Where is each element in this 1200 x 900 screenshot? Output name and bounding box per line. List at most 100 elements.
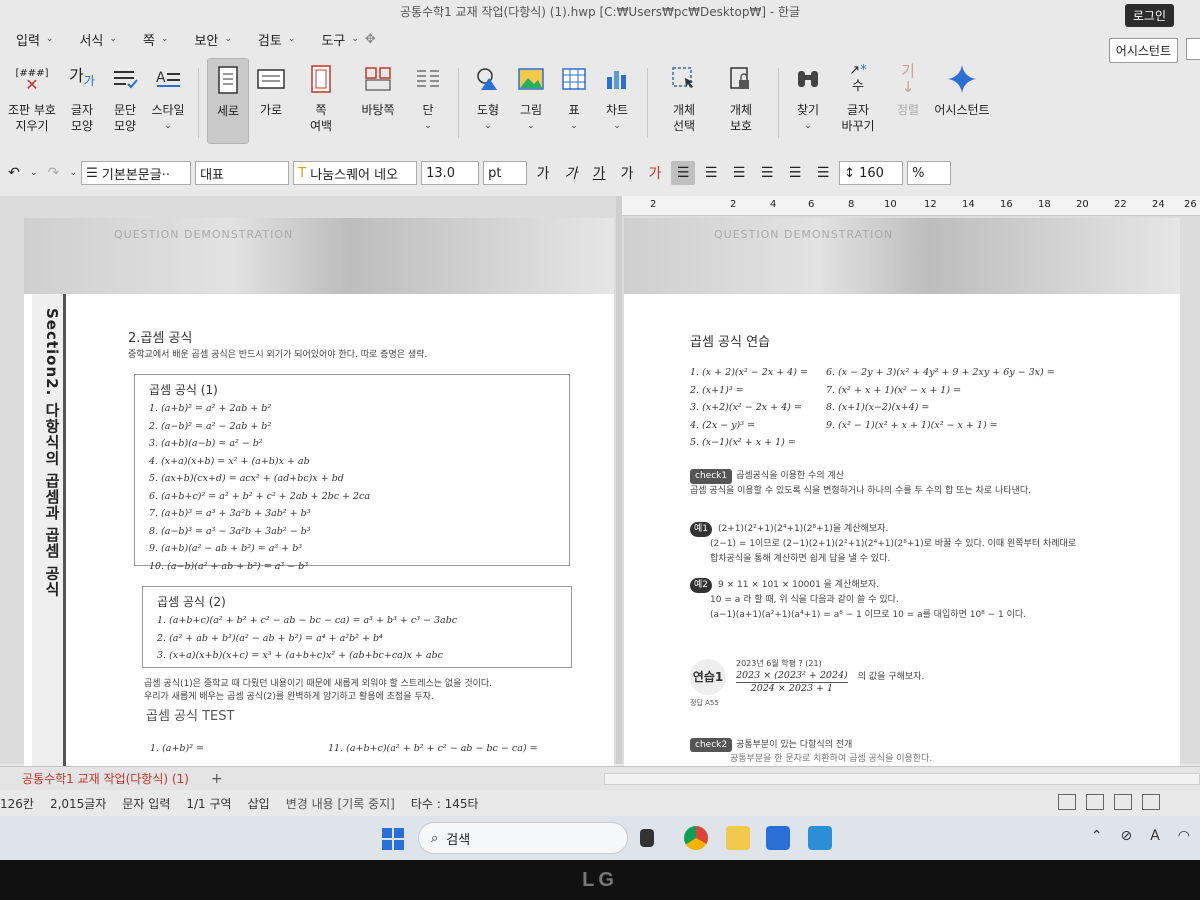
input-lang-icon[interactable]: A <box>1150 828 1160 844</box>
status-track-changes[interactable]: 변경 내용 [기록 중지] <box>286 795 395 812</box>
add-tab-icon[interactable]: + <box>211 771 223 787</box>
taskbar-search[interactable]: ⌕ 검색 <box>418 822 628 854</box>
chevron-down-icon: ⌄ <box>804 121 812 131</box>
align-right-icon[interactable]: ☰ <box>755 161 779 185</box>
check2-badge: check2 <box>690 738 733 752</box>
italic-icon[interactable]: 가 <box>559 161 583 185</box>
font-select[interactable]: T 나눔스퀘어 네오 <box>293 161 418 185</box>
chevron-up-icon[interactable]: ⌃ <box>1091 828 1103 844</box>
mute-icon[interactable]: ⊘ <box>1120 828 1132 844</box>
app-icon[interactable] <box>808 826 832 850</box>
taskview-icon[interactable] <box>640 829 654 847</box>
windows-start-icon[interactable] <box>382 828 404 850</box>
strike-icon[interactable]: 가 <box>615 161 639 185</box>
wifi-icon[interactable]: ◠ <box>1178 828 1190 844</box>
font-size-input[interactable]: 13.0 <box>421 161 480 185</box>
background-page-icon <box>363 64 393 94</box>
practice-item: 9. (x² − 1)(x² + x + 1)(x² − x + 1) = <box>826 419 998 431</box>
menu-page[interactable]: 쪽 ⌄ <box>143 30 169 49</box>
view-outline-icon[interactable] <box>1086 794 1104 810</box>
chevron-down-icon[interactable]: ⌄ <box>70 168 78 178</box>
align-left-icon[interactable]: ☰ <box>699 161 723 185</box>
align-center-icon[interactable]: ☰ <box>727 161 751 185</box>
document-tab[interactable]: 공통수학1 교재 작업(다항식) (1) <box>0 770 205 787</box>
document-area[interactable]: QUESTION DEMONSTRATION Section2. 다항식의 곱셈… <box>0 196 1200 778</box>
align-distribute-icon[interactable]: ☰ <box>783 161 807 185</box>
test-item: 11. (a+b+c)(a² + b² + c² − ab − bc − ca)… <box>328 743 538 754</box>
page-margin-button[interactable]: 쪽 여백 <box>293 58 349 134</box>
proofread-icon: 기 ↓ <box>901 62 915 96</box>
file-explorer-icon[interactable] <box>726 826 750 850</box>
check1-badge: check1 <box>690 469 733 484</box>
unit-select[interactable]: pt <box>483 161 528 185</box>
picture-button[interactable]: 그림 ⌄ <box>510 58 552 134</box>
chevron-down-icon: ⌄ <box>45 34 54 44</box>
landscape-button[interactable]: 가로 <box>250 58 292 118</box>
chevron-down-icon[interactable]: ⌄ <box>30 168 38 178</box>
object-protect-button[interactable]: 개체 보호 <box>713 58 769 134</box>
practice-item: 5. (x−1)(x² + x + 1) = <box>690 437 796 448</box>
system-tray: ⌃ ⊘ A ◠ <box>1091 828 1190 844</box>
table-button[interactable]: 표 ⌄ <box>553 58 595 134</box>
practice-item: 3. (x+2)(x² − 2x + 4) = <box>690 402 802 413</box>
horizontal-scrollbar[interactable] <box>604 773 1200 785</box>
left-page[interactable]: QUESTION DEMONSTRATION Section2. 다항식의 곱셈… <box>24 218 614 778</box>
line-spacing-unit[interactable]: % <box>907 161 952 185</box>
practice-1: 연습1 2023년 6월 학평 ? (21) 2023 × (2023² + 2… <box>690 658 924 709</box>
gear-icon[interactable]: ✥ <box>365 32 376 47</box>
underline-icon[interactable]: 가 <box>587 161 611 185</box>
shape-button[interactable]: 도형 ⌄ <box>467 58 509 134</box>
right-page[interactable]: QUESTION DEMONSTRATION 곱셈 공식 연습 1. (x + … <box>624 218 1180 778</box>
formula-item: 6. (a+b+c)² = a² + b² + c² + 2ab + 2bc +… <box>149 490 371 502</box>
char-shape-icon: 가가 <box>69 66 95 89</box>
svg-text:A: A <box>156 70 166 86</box>
char-shape-button[interactable]: 가가 글자 모양 <box>61 58 103 134</box>
view-page-icon[interactable] <box>1114 794 1132 810</box>
hwp-app-icon[interactable] <box>766 826 790 850</box>
find-button[interactable]: 찾기 ⌄ <box>787 58 829 134</box>
proofread-button[interactable]: 기 ↓ 정렬 <box>887 58 929 118</box>
login-button[interactable]: 로그인 <box>1124 4 1174 27</box>
para-shape-button[interactable]: 문단 모양 <box>104 58 146 134</box>
ai-assistant-button[interactable]: 어시스턴트 <box>930 58 994 118</box>
ruler[interactable]: 2 2 4 6 8 10 12 14 16 18 20 22 24 26 <box>622 196 1200 216</box>
status-keystrokes: 타수 : 145타 <box>410 796 479 811</box>
binoculars-icon <box>793 64 823 94</box>
menu-format[interactable]: 서식 ⌄ <box>79 30 116 49</box>
chrome-icon[interactable] <box>684 826 708 850</box>
reset-markup-button[interactable]: [###] ✕ 조판 부호 지우기 <box>4 58 60 134</box>
menu-security[interactable]: 보안 ⌄ <box>194 30 231 49</box>
font-color-icon[interactable]: 가 <box>643 161 667 185</box>
background-page-button[interactable]: 바탕쪽 <box>350 58 406 118</box>
object-select-button[interactable]: 개체 선택 <box>656 58 712 134</box>
menu-insert[interactable]: 입력 ⌄ <box>16 30 53 49</box>
page-separator[interactable] <box>616 196 622 764</box>
undo-icon[interactable]: ↶ <box>2 161 26 185</box>
section-sidebar: Section2. 다항식의 곱셈과 곱셈 공식 <box>32 294 66 778</box>
menu-review[interactable]: 검토 ⌄ <box>258 30 295 49</box>
style-button[interactable]: A 스타일 ⌄ <box>147 58 189 134</box>
style-type-select[interactable]: 대표 <box>195 161 290 185</box>
practice-item: 1. (x + 2)(x² − 2x + 4) = <box>690 367 808 378</box>
align-justify-icon[interactable]: ☰ <box>671 161 696 185</box>
extra-button[interactable] <box>1186 38 1200 60</box>
bold-icon[interactable]: 가 <box>531 161 555 185</box>
menu-tools[interactable]: 도구 ⌄ ✥ <box>321 30 375 49</box>
style-select[interactable]: ☰ 기본본문글·· <box>81 161 192 185</box>
column-button[interactable]: 단 ⌄ <box>407 58 449 134</box>
line-spacing-input[interactable]: ↕ 160 <box>839 161 904 185</box>
status-mode[interactable]: 문자 입력 <box>122 795 170 812</box>
char-replace-button[interactable]: ↗* 수 글자 바꾸기 <box>830 58 886 134</box>
format-toolbar: ↶ ⌄ ↷ ⌄ ☰ 기본본문글·· 대표 T 나눔스퀘어 네오 13.0 pt … <box>0 156 1200 190</box>
align-divide-icon[interactable]: ☰ <box>811 161 835 185</box>
status-insert[interactable]: 삽입 <box>248 795 270 812</box>
lock-icon <box>726 64 756 94</box>
redo-icon[interactable]: ↷ <box>42 161 66 185</box>
chart-button[interactable]: 차트 ⌄ <box>596 58 638 134</box>
portrait-button[interactable]: 세로 <box>207 58 249 144</box>
portrait-page-icon <box>213 65 243 95</box>
view-fullscreen-icon[interactable] <box>1142 794 1160 810</box>
formula-box-1: 곱셈 공식 (1) 1. (a+b)² = a² + 2ab + b² 2. (… <box>134 374 570 572</box>
view-normal-icon[interactable] <box>1058 794 1076 810</box>
formula-box-title: 곱셈 공식 (2) <box>157 595 226 609</box>
